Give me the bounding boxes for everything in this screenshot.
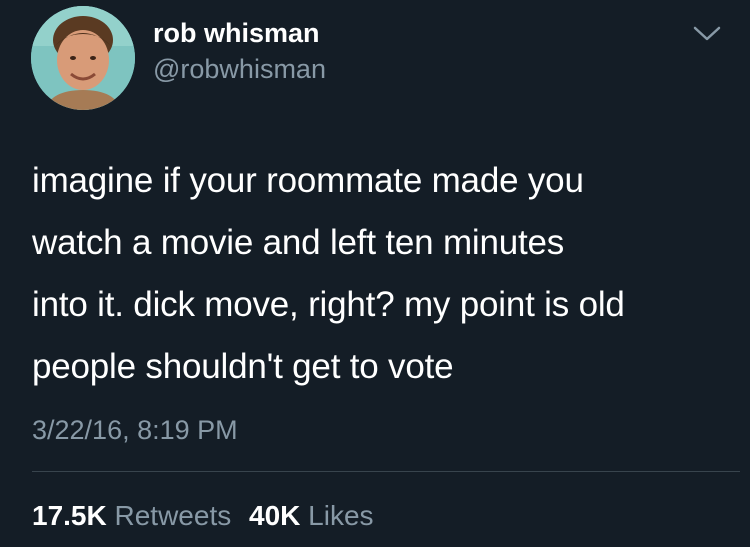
likes-stat[interactable]: 40K Likes (249, 498, 374, 534)
tweet-text: imagine if your roommate made you watch … (32, 150, 732, 398)
chevron-down-icon[interactable] (690, 24, 724, 44)
likes-count: 40K (249, 500, 301, 531)
retweets-count: 17.5K (32, 500, 107, 531)
author-display-name[interactable]: rob whisman (153, 16, 320, 50)
tweet-timestamp[interactable]: 3/22/16, 8:19 PM (32, 412, 238, 448)
tweet-stats: 17.5K Retweets 40K Likes (32, 498, 374, 534)
author-handle[interactable]: @robwhisman (153, 52, 326, 86)
tweet-text-line: people shouldn't get to vote (32, 347, 454, 386)
tweet-text-line: watch a movie and left ten minutes (32, 223, 565, 262)
tweet-card: rob whisman @robwhisman imagine if your … (0, 0, 750, 547)
retweets-stat[interactable]: 17.5K Retweets (32, 498, 231, 534)
avatar[interactable] (31, 6, 135, 110)
divider (32, 471, 740, 472)
profile-photo-icon (31, 6, 135, 110)
likes-label: Likes (308, 500, 374, 531)
retweets-label: Retweets (114, 500, 232, 531)
tweet-text-line: imagine if your roommate made you (32, 161, 584, 200)
tweet-text-line: into it. dick move, right? my point is o… (32, 285, 625, 324)
